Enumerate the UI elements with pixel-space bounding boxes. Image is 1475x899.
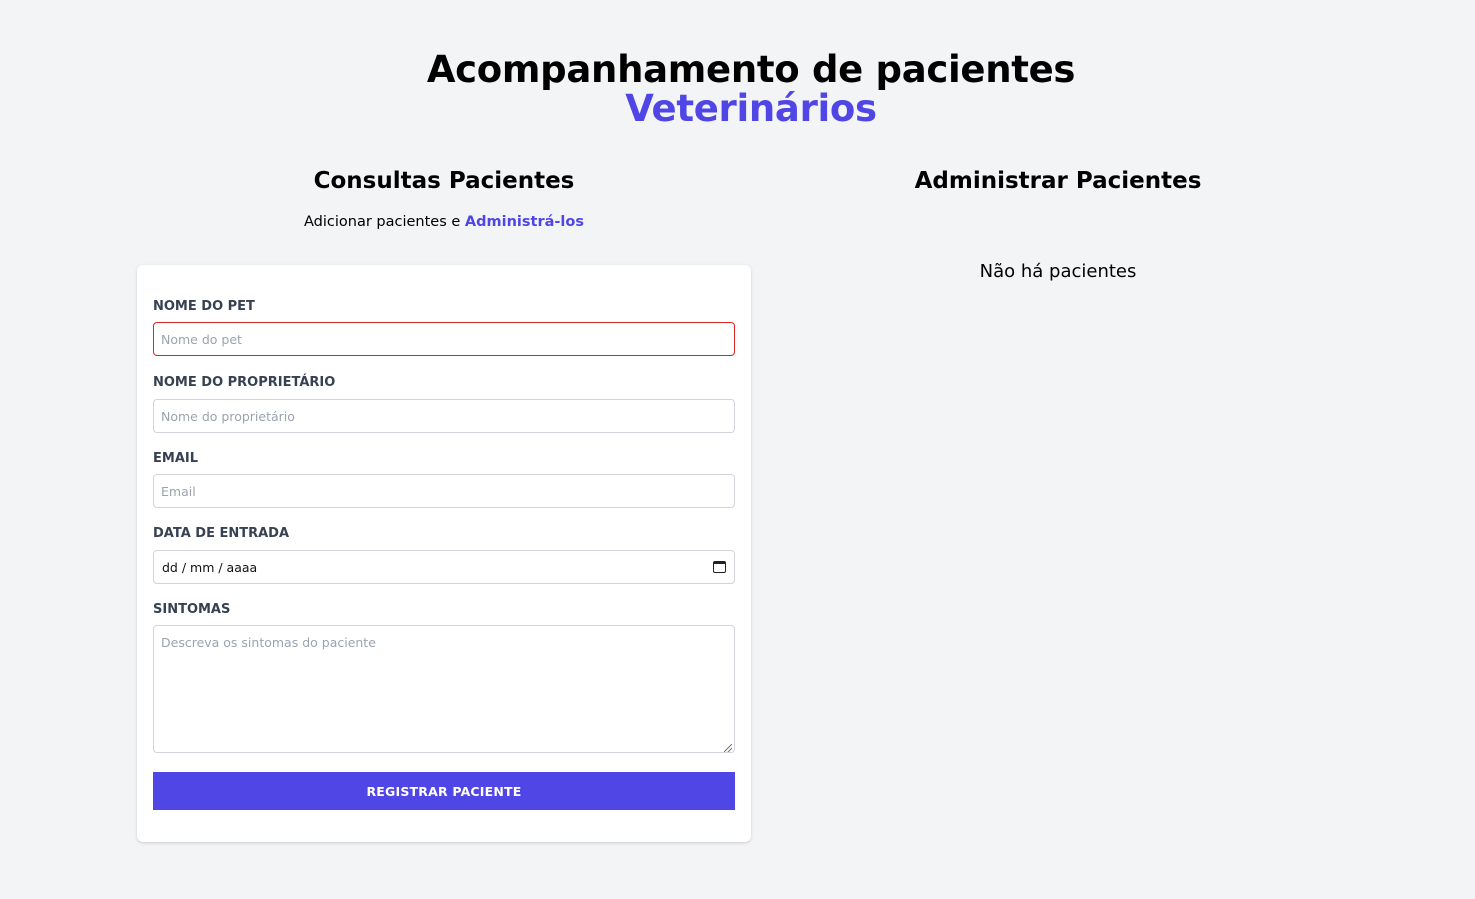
resize-grip-icon[interactable]: [724, 744, 732, 752]
list-section-title: Administrar Pacientes: [914, 168, 1202, 194]
administer-link[interactable]: Administrá-los: [465, 214, 584, 230]
pet-name-field: NOME DO PET: [153, 298, 735, 356]
entry-date-field: DATA DE ENTRADA dd / mm / aaaa: [153, 525, 735, 584]
page-title-accent: Veterinários: [625, 87, 877, 130]
owner-name-field: NOME DO PROPRIETÁRIO: [153, 374, 735, 433]
page-title-main: Acompanhamento de pacientes: [426, 48, 1076, 91]
email-field: EMAIL: [153, 450, 735, 508]
subtitle-prefix: Adicionar pacientes e: [304, 214, 465, 230]
form-section-subtitle: Adicionar pacientes e Administrá-los: [137, 212, 751, 232]
symptoms-textarea[interactable]: [153, 625, 735, 753]
form-section-title: Consultas Pacientes: [313, 168, 575, 194]
owner-name-input[interactable]: [153, 399, 735, 433]
email-label: EMAIL: [153, 451, 198, 466]
entry-date-display: dd / mm / aaaa: [162, 559, 258, 575]
page-title: Acompanhamento de pacientes Veterinários: [0, 48, 1475, 131]
app-root: Acompanhamento de pacientes Veterinários…: [0, 0, 1475, 899]
entry-date-label: DATA DE ENTRADA: [153, 526, 290, 541]
pet-name-input[interactable]: [153, 322, 735, 356]
pet-name-label: NOME DO PET: [153, 299, 255, 314]
empty-list-message: Não há pacientes: [979, 261, 1137, 282]
register-patient-button[interactable]: REGISTRAR PACIENTE: [153, 772, 735, 810]
entry-date-input[interactable]: dd / mm / aaaa: [153, 550, 735, 584]
calendar-icon[interactable]: [713, 561, 726, 573]
symptoms-field: SINTOMAS: [153, 601, 735, 753]
symptoms-label: SINTOMAS: [153, 602, 231, 617]
email-input[interactable]: [153, 474, 735, 508]
patient-form: NOME DO PET NOME DO PROPRIETÁRIO EMAIL D…: [137, 265, 751, 842]
owner-name-label: NOME DO PROPRIETÁRIO: [153, 375, 336, 390]
